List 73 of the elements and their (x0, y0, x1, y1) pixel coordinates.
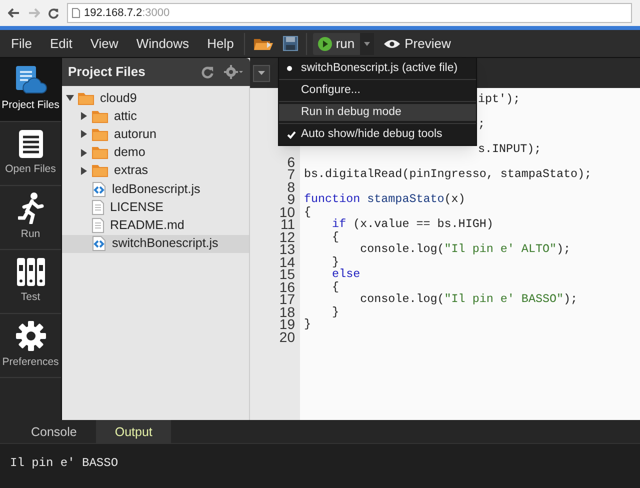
panel-tab[interactable]: Output (96, 420, 172, 444)
code-line: bs.digitalRead(pinIngresso, stampaStato); (304, 167, 592, 181)
menu-item[interactable]: Edit (50, 34, 72, 54)
settings-icon (14, 320, 46, 352)
text-file-icon (92, 200, 104, 215)
tree-item[interactable]: ledBonescript.js (62, 180, 249, 198)
run-dropdown-button[interactable] (360, 32, 374, 54)
binders-icon (16, 257, 46, 288)
folder-icon (92, 146, 108, 160)
menu-item[interactable]: View (90, 34, 118, 54)
code-line: if (x.value == bs.HIGH) (331, 217, 494, 231)
checkmark-icon (287, 130, 296, 138)
tree-item[interactable]: LICENSE (62, 198, 249, 216)
menu-item[interactable]: File (11, 34, 32, 54)
text-file-icon (92, 218, 104, 233)
menu-item[interactable]: Help (207, 34, 234, 54)
folder-icon (92, 164, 108, 178)
folder-icon (92, 128, 108, 141)
play-icon (318, 36, 332, 50)
tab-dropdown-button[interactable] (253, 64, 270, 82)
running-figure-icon (18, 192, 44, 224)
code-line: } (304, 317, 312, 331)
code-line: } (331, 254, 340, 268)
code-line: { (331, 280, 340, 294)
output-text: Il pin e' BASSO (9, 455, 120, 472)
caret-icon (258, 71, 265, 75)
code-line: console.log("Il pin e' ALTO"); (359, 242, 571, 256)
url-text: 192.168.7.2:3000 (84, 6, 170, 21)
menu-option[interactable]: Run in debug mode (279, 104, 476, 121)
save-icon[interactable] (282, 36, 298, 51)
collapsed-arrow-icon[interactable] (80, 166, 88, 175)
panel-title: Project Files (68, 63, 146, 82)
collapsed-arrow-icon[interactable] (80, 148, 88, 157)
address-bar[interactable]: 192.168.7.2:3000 (67, 3, 632, 23)
menu-option[interactable]: Auto show/hide debug tools (279, 126, 476, 143)
code-file-icon (92, 182, 106, 197)
code-line: } (331, 304, 340, 318)
bullet-icon (287, 66, 292, 71)
sidebar-item[interactable]: Project Files (0, 58, 61, 122)
code-line: console.log("Il pin e' BASSO"); (359, 292, 578, 306)
refresh-icon[interactable] (201, 66, 214, 78)
code-line: ; (478, 117, 486, 131)
code-line: { (331, 230, 340, 244)
code-line: ipt'); (478, 92, 520, 106)
panel-tab[interactable]: Console (12, 420, 96, 444)
code-line: s.INPUT); (478, 142, 542, 156)
eye-icon (384, 38, 400, 48)
menu-option[interactable]: Configure... (279, 82, 476, 99)
collapsed-arrow-icon[interactable] (80, 112, 88, 120)
settings-icon[interactable] (224, 65, 244, 79)
reload-icon[interactable] (48, 8, 59, 18)
expanded-arrow-icon[interactable] (66, 94, 74, 102)
tree-item[interactable]: attic (62, 107, 249, 126)
collapsed-arrow-icon[interactable] (80, 130, 88, 138)
document-cloud-icon (14, 65, 48, 96)
preview-button[interactable]: Preview (384, 34, 451, 54)
tree-item[interactable]: switchBonescript.js (62, 234, 249, 253)
folder-icon (78, 92, 94, 105)
tree-item[interactable]: cloud9 (62, 89, 249, 108)
caret-icon (364, 42, 370, 46)
tree-item[interactable]: demo (62, 144, 249, 162)
code-file-icon (92, 236, 106, 252)
tree-item[interactable]: extras (62, 162, 249, 180)
code-line: { (304, 204, 312, 218)
code-line: else (331, 267, 360, 281)
page-icon (72, 8, 80, 18)
tree-item[interactable]: README.md (62, 216, 249, 234)
list-document-icon (18, 129, 44, 160)
code-line: function stampaStato(x) (304, 192, 466, 206)
menu-item[interactable]: Windows (136, 34, 190, 54)
folder-icon (92, 110, 108, 123)
tree-item[interactable]: autorun (62, 125, 249, 144)
back-icon[interactable] (8, 8, 20, 18)
